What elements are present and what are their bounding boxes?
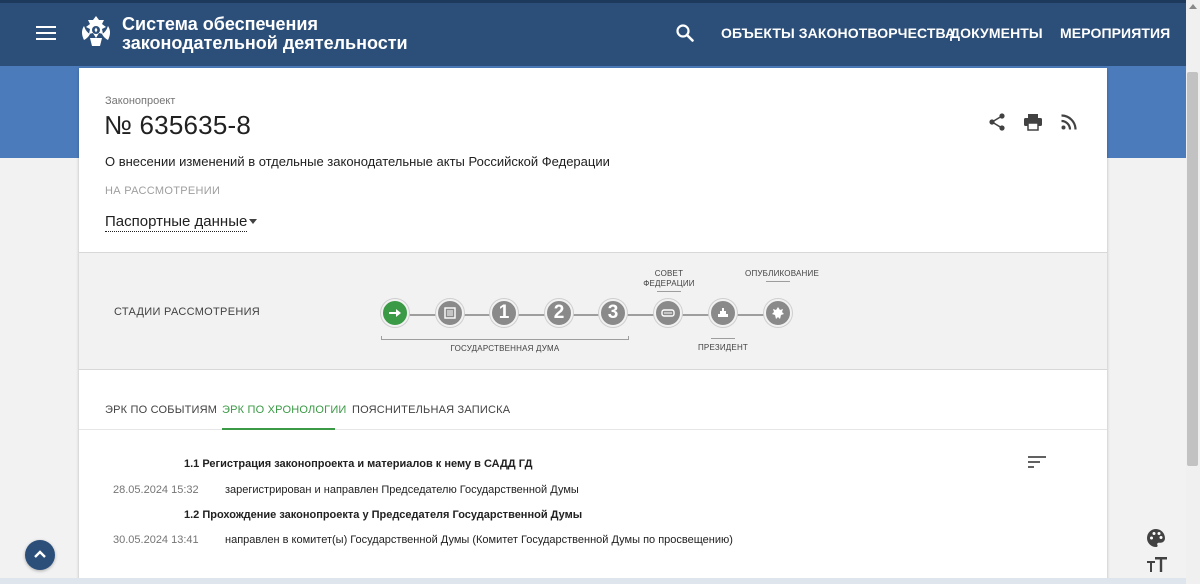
caret-down-icon[interactable] [249,219,257,224]
tab-chronology[interactable]: ЭРК ПО ХРОНОЛОГИИ [222,404,347,416]
bill-number: № 635635-8 [104,110,251,140]
chevron-up-icon [34,550,46,558]
stage-federation-council[interactable] [654,299,682,327]
scrollbar-thumb[interactable] [1187,72,1198,466]
bill-type-label: Законопроект [105,95,176,107]
tab-explanatory-note[interactable]: ПОЯСНИТЕЛЬНАЯ ЗАПИСКА [352,404,510,416]
passport-data-toggle[interactable]: Паспортные данные [105,213,248,232]
president-icon [718,308,728,317]
duma-bracket [381,336,629,340]
president-bracket [711,336,735,339]
brand-line-2: законодательной деятельности [122,33,408,53]
state-emblem-icon[interactable] [78,12,114,52]
group-duma-label: ГОСУДАРСТВЕННАЯ ДУМА [450,344,560,353]
stage-president[interactable] [709,299,737,327]
event-date-1: 28.05.2024 15:32 [113,484,199,496]
tab-events[interactable]: ЭРК ПО СОБЫТИЯМ [105,404,217,416]
event-date-2: 30.05.2024 13:41 [113,534,199,546]
menu-icon[interactable] [36,26,56,40]
publication-bracket [766,281,790,284]
document-list-icon [444,307,456,319]
stage-third-reading[interactable]: 3 [599,299,627,327]
sort-icon[interactable] [1028,455,1046,469]
stage-first-reading[interactable]: 1 [490,299,518,327]
bill-title: О внесении изменений в отдельные законод… [105,154,610,169]
nav-events-link[interactable]: МЕРОПРИЯТИЯ [1060,25,1170,41]
group-president-label: ПРЕЗИДЕНТ [697,343,749,352]
stage-publication[interactable] [764,299,792,327]
stages-title: СТАДИИ РАССМОТРЕНИЯ [114,306,261,318]
brand-line-1: Система обеспечения [122,14,318,34]
event-text-2: направлен в комитет(ы) Государственной Д… [225,534,733,546]
event-heading-1: 1.1 Регистрация законопроекта и материал… [184,458,533,470]
federation-council-icon [661,309,675,317]
bill-status: НА РАССМОТРЕНИИ [105,185,221,197]
emblem-icon [772,307,784,319]
share-icon[interactable] [987,112,1007,132]
group-council-line-1: СОВЕТ [654,269,684,278]
event-text-1: зарегистрирован и направлен Председателю… [225,484,579,496]
palette-icon[interactable] [1146,528,1166,548]
scroll-up-arrow-icon[interactable] [1189,4,1197,9]
nav-objects-link[interactable]: ОБЪЕКТЫ ЗАКОНОТВОРЧЕСТВА [721,25,955,41]
group-council-line-2: ФЕДЕРАЦИИ [643,279,695,288]
group-council-label: СОВЕТ ФЕДЕРАЦИИ [634,269,704,289]
font-size-icon[interactable] [1146,554,1168,574]
stages-panel: СТАДИИ РАССМОТРЕНИЯ 1 2 3 ГОСУДАРСТВЕННА… [79,252,1107,370]
tabs-bar: ЭРК ПО СОБЫТИЯМ ЭРК ПО ХРОНОЛОГИИ ПОЯСНИ… [79,371,1107,430]
brand-title[interactable]: Система обеспечения законодательной деят… [122,15,408,53]
print-icon[interactable] [1023,112,1043,132]
stage-introduction[interactable] [381,299,409,327]
nav-documents-link[interactable]: ДОКУМЕНТЫ [950,25,1043,41]
group-publication-label: ОПУБЛИКОВАНИЕ [745,269,819,278]
arrow-right-icon [389,309,401,317]
bottom-strip [0,578,1186,584]
active-tab-indicator [222,428,335,430]
event-heading-2: 1.2 Прохождение законопроекта у Председа… [184,509,583,521]
search-icon[interactable] [676,24,694,42]
stage-second-reading[interactable]: 2 [545,299,573,327]
topbar-edge [0,0,1186,3]
rss-icon[interactable] [1059,112,1079,132]
council-bracket [657,291,681,294]
top-navigation-bar: Система обеспечения законодательной деят… [0,0,1186,66]
bill-card: Законопроект № 635635-8 О внесении измен… [79,68,1107,584]
scroll-to-top-button[interactable] [25,540,55,570]
stage-preliminary[interactable] [436,299,464,327]
